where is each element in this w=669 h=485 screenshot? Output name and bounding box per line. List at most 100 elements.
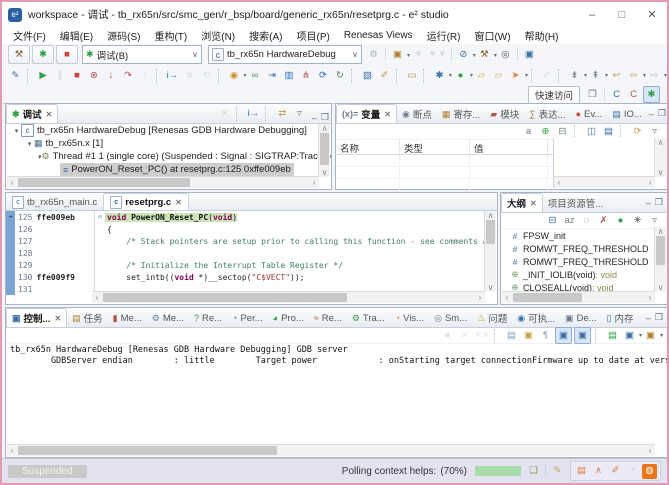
close-icon[interactable]	[384, 110, 391, 119]
close-icon[interactable]: ✕	[175, 198, 182, 207]
tab-variables[interactable]: (x)= 变量	[336, 104, 397, 123]
debug-perspective-icon[interactable]: ✱	[643, 86, 660, 103]
last-edit-location-icon[interactable]: ↩	[609, 68, 624, 83]
scroll-left-icon[interactable]: ‹	[7, 446, 17, 455]
terminate-console-icon[interactable]: ■	[440, 328, 455, 343]
close-icon[interactable]	[46, 110, 53, 119]
help-disabled-icon[interactable]: ◔	[625, 464, 640, 479]
chevron-down-icon[interactable]: ▾	[470, 72, 473, 79]
console-hscrollbar[interactable]: ‹ ›	[7, 444, 655, 456]
tab-console[interactable]: ▣ 控制...	[6, 308, 68, 327]
scroll-right-icon[interactable]: ›	[475, 293, 485, 302]
code-line-127[interactable]: 127 /* Stack pointers are setup prior to…	[6, 235, 497, 247]
step-return-icon[interactable]: ↑	[137, 68, 152, 83]
tab-profile[interactable]: ◕ Pro...	[268, 309, 309, 327]
tab-memory-1[interactable]: ▮ Me...	[108, 309, 147, 327]
tab-project-explorer[interactable]: 项目资源管...	[543, 194, 608, 212]
download-flash-icon[interactable]: ↻	[332, 68, 347, 83]
scroll-up-icon[interactable]: ∧	[486, 211, 496, 220]
layout-horizontal-icon[interactable]: ▤	[601, 124, 616, 139]
view-menu-icon[interactable]: ▿	[647, 124, 662, 139]
code-line-126[interactable]: 126 {	[6, 223, 497, 235]
add-global-variables-icon[interactable]: ⊕	[538, 124, 553, 139]
scroll-lock-icon[interactable]: ▣	[521, 328, 536, 343]
chevron-down-icon[interactable]: ▾	[639, 332, 642, 339]
open-folder-2-icon[interactable]: ▱	[491, 68, 506, 83]
debug-tree-node-2[interactable]: ▾ ⚙ Thread #1 1 (single core) (Suspended :…	[6, 150, 331, 163]
column-header-1[interactable]: 类型	[400, 140, 470, 155]
refresh-vars-icon[interactable]: ⟳	[630, 124, 645, 139]
tab-performance-analysis[interactable]: ◔ Per...	[227, 309, 268, 327]
learning-icon[interactable]: ∧	[591, 464, 606, 479]
tab-realtime-chart[interactable]: ? Re...	[189, 309, 227, 327]
scroll-up-icon[interactable]: ∧	[320, 124, 330, 133]
variables-detail-pane[interactable]: ‹ › ∧ ∨	[553, 138, 666, 188]
instruction-stepping-mode-icon[interactable]: i→	[246, 106, 261, 121]
menu-item-2[interactable]: 源码(S)	[100, 28, 147, 43]
tab-outline[interactable]: 大纲	[501, 193, 543, 212]
debug-bug-icon[interactable]: ✱	[32, 45, 54, 64]
scroll-right-icon[interactable]: ›	[645, 178, 655, 187]
clear-console-icon[interactable]: ▤	[504, 328, 519, 343]
terminate-top-icon[interactable]: ■	[56, 45, 78, 64]
editor-tab-resetprg-c[interactable]: resetprg.c✕	[103, 193, 189, 210]
chevron-down-icon[interactable]: ▾	[660, 332, 663, 339]
editor-text-area[interactable]: ➜ 125 ffe009eb ⊖ void PowerON_Reset_PC(void)…	[6, 211, 497, 295]
outline-item-0[interactable]: # FPSW_init	[501, 229, 667, 242]
cpp-perspective-icon[interactable]: C	[609, 87, 624, 102]
terminate-icon[interactable]: ■	[69, 68, 84, 83]
menu-item-9[interactable]: 窗口(W)	[467, 28, 517, 43]
tab-problems[interactable]: ⚠ 问题	[472, 309, 512, 327]
build-all-icon[interactable]: ⚒	[477, 47, 492, 62]
step-into-icon[interactable]: ↓	[103, 68, 118, 83]
minimize-view-icon[interactable]: –	[649, 109, 654, 119]
smart-manual-icon[interactable]: ✎	[550, 464, 565, 479]
open-console-icon[interactable]: ▣	[622, 328, 637, 343]
load-symbols-icon[interactable]: ⇄	[275, 106, 290, 121]
debug-vscrollbar[interactable]: ∧ ∨	[318, 124, 330, 177]
debug-tree-node-1[interactable]: ▾ ▦ tb_rx65n.x [1]	[6, 137, 331, 150]
scroll-up-icon[interactable]: ∧	[656, 138, 666, 147]
launch-config-combo[interactable]: tb_rx65n HardwareDebug	[208, 45, 362, 64]
chevron-down-icon[interactable]: ▾	[643, 72, 646, 79]
minimize-view-icon[interactable]: –	[646, 313, 651, 323]
tab-executables[interactable]: ◉ 可执...	[512, 309, 560, 327]
save-icon[interactable]: ▼	[411, 47, 426, 62]
expander-icon[interactable]: ▾	[12, 127, 21, 135]
skip-all-breakpoints-icon[interactable]: ⊘	[456, 47, 471, 62]
collapse-all-outline-icon[interactable]: ⊟	[545, 213, 560, 228]
scroll-left-icon[interactable]: ‹	[7, 178, 17, 187]
outline-item-3[interactable]: ⊕ _INIT_IOLIB(void) : void	[501, 268, 667, 281]
selected-stack-frame[interactable]: ≡ PowerON_Reset_PC() at resetprg.c:125 0x…	[60, 163, 294, 176]
sort-outline-icon[interactable]: az	[562, 213, 577, 228]
maximize-view-icon[interactable]: ❒	[321, 112, 329, 123]
chevron-down-icon[interactable]: ▾	[449, 72, 452, 79]
tab-eventpoints[interactable]: ● Ev...	[571, 105, 608, 123]
minimize-button[interactable]: –	[577, 2, 607, 27]
build-hammer-icon[interactable]: ⚒	[8, 45, 30, 64]
outline-hscrollbar[interactable]: ‹ ›	[502, 291, 655, 303]
disconnect-icon[interactable]: ⊗	[86, 68, 101, 83]
background-operations-icon[interactable]: ❏	[526, 464, 541, 479]
display-selected-console-icon[interactable]: ▤	[605, 328, 620, 343]
menu-item-1[interactable]: 编辑(E)	[53, 28, 100, 43]
tab-smart-browser[interactable]: ◎ Sm...	[429, 309, 472, 327]
memory-columns-icon[interactable]: ▥	[281, 68, 296, 83]
chevron-down-icon[interactable]: ▾	[664, 72, 667, 79]
open-folder-1-icon[interactable]: ▱	[474, 68, 489, 83]
scroll-up-icon[interactable]: ∧	[656, 227, 666, 236]
tab-visual-expression[interactable]: ◔ Vis...	[390, 309, 429, 327]
restart-icon[interactable]: ⟲	[199, 68, 214, 83]
remove-all-terminated-icon[interactable]: ✕	[217, 106, 232, 121]
pin-console-icon[interactable]: ▣	[554, 327, 572, 344]
show-type-names-icon[interactable]: a	[521, 124, 536, 139]
debug-config-combo[interactable]: ✱ 调试(B)	[82, 45, 202, 64]
expander-icon[interactable]: ▾	[25, 140, 34, 148]
close-button[interactable]: ✕	[637, 2, 667, 27]
remove-all-launches-icon[interactable]: ✕✕	[474, 328, 490, 343]
launch-rocket-icon[interactable]: ➤	[508, 68, 523, 83]
tab-expressions[interactable]: ∑ 表达...	[524, 105, 570, 123]
debug-tree-node-0[interactable]: ▾ c tb_rx65n HardwareDebug [Renesas GDB Ha…	[6, 124, 331, 137]
scroll-left-icon[interactable]: ‹	[502, 293, 512, 302]
tab-realtime-profile[interactable]: ≈ Re...	[309, 309, 347, 327]
